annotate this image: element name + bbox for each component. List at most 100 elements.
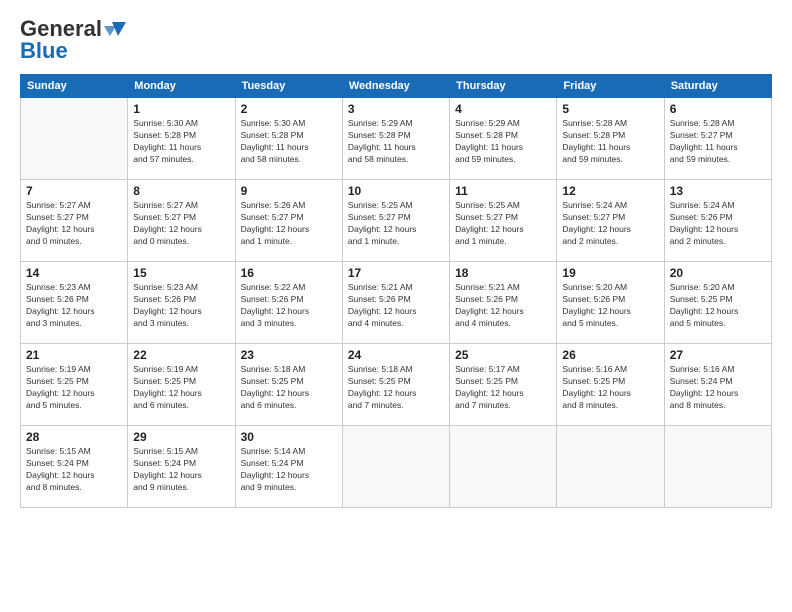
day-info: Sunrise: 5:16 AM Sunset: 5:25 PM Dayligh…	[562, 364, 658, 412]
day-number: 26	[562, 348, 658, 362]
day-info: Sunrise: 5:19 AM Sunset: 5:25 PM Dayligh…	[26, 364, 122, 412]
day-info: Sunrise: 5:17 AM Sunset: 5:25 PM Dayligh…	[455, 364, 551, 412]
calendar-cell	[342, 426, 449, 508]
calendar-cell: 12 Sunrise: 5:24 AM Sunset: 5:27 PM Dayli…	[557, 180, 664, 262]
day-number: 13	[670, 184, 766, 198]
calendar-cell	[21, 98, 128, 180]
day-info: Sunrise: 5:24 AM Sunset: 5:26 PM Dayligh…	[670, 200, 766, 248]
calendar-cell: 21 Sunrise: 5:19 AM Sunset: 5:25 PM Dayli…	[21, 344, 128, 426]
day-number: 10	[348, 184, 444, 198]
calendar-cell: 5Sunrise: 5:28 AM Sunset: 5:28 PM Daylig…	[557, 98, 664, 180]
day-info: Sunrise: 5:29 AM Sunset: 5:28 PM Dayligh…	[348, 118, 444, 166]
day-number: 7	[26, 184, 122, 198]
calendar-cell: 2 Sunrise: 5:30 AM Sunset: 5:28 PM Daylig…	[235, 98, 342, 180]
calendar-cell: 14 Sunrise: 5:23 AM Sunset: 5:26 PM Dayli…	[21, 262, 128, 344]
calendar-cell: 4Sunrise: 5:29 AM Sunset: 5:28 PM Daylig…	[450, 98, 557, 180]
day-info: Sunrise: 5:23 AM Sunset: 5:26 PM Dayligh…	[26, 282, 122, 330]
day-info: Sunrise: 5:30 AM Sunset: 5:28 PM Dayligh…	[241, 118, 337, 166]
day-number: 5	[562, 102, 658, 116]
calendar-cell: 17 Sunrise: 5:21 AM Sunset: 5:26 PM Dayli…	[342, 262, 449, 344]
day-number: 24	[348, 348, 444, 362]
day-info: Sunrise: 5:24 AM Sunset: 5:27 PM Dayligh…	[562, 200, 658, 248]
col-header-wednesday: Wednesday	[342, 75, 449, 98]
day-info: Sunrise: 5:26 AM Sunset: 5:27 PM Dayligh…	[241, 200, 337, 248]
day-number: 12	[562, 184, 658, 198]
calendar-cell	[450, 426, 557, 508]
calendar-cell: 13 Sunrise: 5:24 AM Sunset: 5:26 PM Dayli…	[664, 180, 771, 262]
day-number: 22	[133, 348, 229, 362]
col-header-monday: Monday	[128, 75, 235, 98]
calendar-cell: 20 Sunrise: 5:20 AM Sunset: 5:25 PM Dayli…	[664, 262, 771, 344]
calendar-cell: 15 Sunrise: 5:23 AM Sunset: 5:26 PM Dayli…	[128, 262, 235, 344]
calendar-cell: 30 Sunrise: 5:14 AM Sunset: 5:24 PM Dayli…	[235, 426, 342, 508]
calendar-cell	[664, 426, 771, 508]
calendar-cell: 8 Sunrise: 5:27 AM Sunset: 5:27 PM Daylig…	[128, 180, 235, 262]
day-info: Sunrise: 5:20 AM Sunset: 5:25 PM Dayligh…	[670, 282, 766, 330]
day-info: Sunrise: 5:14 AM Sunset: 5:24 PM Dayligh…	[241, 446, 337, 494]
day-info: Sunrise: 5:20 AM Sunset: 5:26 PM Dayligh…	[562, 282, 658, 330]
day-number: 11	[455, 184, 551, 198]
day-info: Sunrise: 5:25 AM Sunset: 5:27 PM Dayligh…	[455, 200, 551, 248]
day-info: Sunrise: 5:21 AM Sunset: 5:26 PM Dayligh…	[455, 282, 551, 330]
logo: General Blue	[20, 16, 126, 64]
day-info: Sunrise: 5:15 AM Sunset: 5:24 PM Dayligh…	[26, 446, 122, 494]
calendar-cell: 19 Sunrise: 5:20 AM Sunset: 5:26 PM Dayli…	[557, 262, 664, 344]
col-header-sunday: Sunday	[21, 75, 128, 98]
calendar-cell: 29Sunrise: 5:15 AM Sunset: 5:24 PM Dayli…	[128, 426, 235, 508]
day-number: 25	[455, 348, 551, 362]
day-info: Sunrise: 5:28 AM Sunset: 5:27 PM Dayligh…	[670, 118, 766, 166]
calendar-cell: 25 Sunrise: 5:17 AM Sunset: 5:25 PM Dayli…	[450, 344, 557, 426]
day-number: 29	[133, 430, 229, 444]
calendar-cell: 16 Sunrise: 5:22 AM Sunset: 5:26 PM Dayli…	[235, 262, 342, 344]
day-number: 16	[241, 266, 337, 280]
day-number: 19	[562, 266, 658, 280]
day-number: 2	[241, 102, 337, 116]
calendar: SundayMondayTuesdayWednesdayThursdayFrid…	[20, 74, 772, 508]
day-info: Sunrise: 5:23 AM Sunset: 5:26 PM Dayligh…	[133, 282, 229, 330]
col-header-thursday: Thursday	[450, 75, 557, 98]
day-info: Sunrise: 5:21 AM Sunset: 5:26 PM Dayligh…	[348, 282, 444, 330]
calendar-cell: 7 Sunrise: 5:27 AM Sunset: 5:27 PM Daylig…	[21, 180, 128, 262]
day-info: Sunrise: 5:18 AM Sunset: 5:25 PM Dayligh…	[241, 364, 337, 412]
calendar-cell: 3 Sunrise: 5:29 AM Sunset: 5:28 PM Daylig…	[342, 98, 449, 180]
day-info: Sunrise: 5:22 AM Sunset: 5:26 PM Dayligh…	[241, 282, 337, 330]
day-number: 18	[455, 266, 551, 280]
calendar-cell: 1 Sunrise: 5:30 AM Sunset: 5:28 PM Daylig…	[128, 98, 235, 180]
day-info: Sunrise: 5:25 AM Sunset: 5:27 PM Dayligh…	[348, 200, 444, 248]
day-info: Sunrise: 5:19 AM Sunset: 5:25 PM Dayligh…	[133, 364, 229, 412]
logo-blue: Blue	[20, 38, 68, 64]
day-number: 3	[348, 102, 444, 116]
day-info: Sunrise: 5:27 AM Sunset: 5:27 PM Dayligh…	[26, 200, 122, 248]
day-info: Sunrise: 5:18 AM Sunset: 5:25 PM Dayligh…	[348, 364, 444, 412]
calendar-cell: 11 Sunrise: 5:25 AM Sunset: 5:27 PM Dayli…	[450, 180, 557, 262]
day-number: 8	[133, 184, 229, 198]
day-number: 27	[670, 348, 766, 362]
calendar-cell: 28 Sunrise: 5:15 AM Sunset: 5:24 PM Dayli…	[21, 426, 128, 508]
day-number: 20	[670, 266, 766, 280]
day-info: Sunrise: 5:27 AM Sunset: 5:27 PM Dayligh…	[133, 200, 229, 248]
calendar-cell: 9 Sunrise: 5:26 AM Sunset: 5:27 PM Daylig…	[235, 180, 342, 262]
day-info: Sunrise: 5:30 AM Sunset: 5:28 PM Dayligh…	[133, 118, 229, 166]
day-info: Sunrise: 5:16 AM Sunset: 5:24 PM Dayligh…	[670, 364, 766, 412]
calendar-cell: 18 Sunrise: 5:21 AM Sunset: 5:26 PM Dayli…	[450, 262, 557, 344]
col-header-tuesday: Tuesday	[235, 75, 342, 98]
day-number: 9	[241, 184, 337, 198]
calendar-cell: 24 Sunrise: 5:18 AM Sunset: 5:25 PM Dayli…	[342, 344, 449, 426]
day-number: 14	[26, 266, 122, 280]
day-number: 28	[26, 430, 122, 444]
day-number: 6	[670, 102, 766, 116]
day-number: 15	[133, 266, 229, 280]
calendar-cell: 10 Sunrise: 5:25 AM Sunset: 5:27 PM Dayli…	[342, 180, 449, 262]
calendar-cell: 23 Sunrise: 5:18 AM Sunset: 5:25 PM Dayli…	[235, 344, 342, 426]
day-number: 17	[348, 266, 444, 280]
col-header-friday: Friday	[557, 75, 664, 98]
col-header-saturday: Saturday	[664, 75, 771, 98]
day-number: 30	[241, 430, 337, 444]
day-number: 1	[133, 102, 229, 116]
calendar-cell: 22 Sunrise: 5:19 AM Sunset: 5:25 PM Dayli…	[128, 344, 235, 426]
calendar-cell	[557, 426, 664, 508]
day-number: 23	[241, 348, 337, 362]
day-number: 21	[26, 348, 122, 362]
day-info: Sunrise: 5:29 AM Sunset: 5:28 PM Dayligh…	[455, 118, 551, 166]
logo-icon	[104, 20, 126, 38]
